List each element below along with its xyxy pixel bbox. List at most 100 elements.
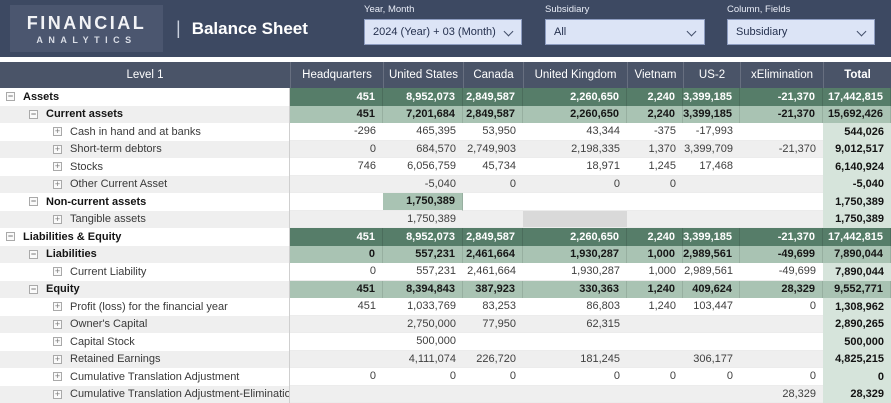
column-header-canada: Canada (463, 62, 523, 88)
cell-xelimination (740, 211, 823, 229)
cell-total: 1,750,389 (823, 211, 891, 229)
expand-plus-box-icon[interactable]: + (53, 267, 62, 276)
cell-headquarters: 0 (290, 246, 383, 264)
cell-canada (463, 193, 523, 211)
expand-plus-box-icon[interactable]: + (53, 337, 62, 346)
cell-headquarters: 0 (290, 368, 383, 386)
filter-subsidiary-select[interactable]: All (545, 19, 705, 45)
filter-year-month-value: 2024 (Year) + 03 (Month) (373, 26, 496, 38)
cell-united-states: 557,231 (383, 246, 463, 264)
filter-year-month: Year, Month 2024 (Year) + 03 (Month) (364, 4, 522, 45)
cell-total: 1,308,962 (823, 298, 891, 316)
expand-plus-box-icon[interactable]: + (53, 372, 62, 381)
cell-united-kingdom: 2,260,650 (523, 228, 627, 246)
cell-vietnam (627, 351, 683, 369)
table-row: +Profit (loss) for the financial year451… (0, 298, 891, 316)
cell-us-2: 3,399,185 (683, 228, 740, 246)
filter-column-fields-label: Column, Fields (727, 4, 875, 15)
filter-column-fields-select[interactable]: Subsidiary (727, 19, 875, 45)
cell-xelimination: 0 (740, 298, 823, 316)
cell-united-states: 500,000 (383, 333, 463, 351)
filter-year-month-select[interactable]: 2024 (Year) + 03 (Month) (364, 19, 522, 45)
cell-united-states: 2,750,000 (383, 316, 463, 334)
expand-plus-box-icon[interactable]: + (53, 162, 62, 171)
cell-xelimination: 28,329 (740, 281, 823, 299)
cell-us-2 (683, 333, 740, 351)
table-row: −Current assets4517,201,6842,849,5872,26… (0, 106, 891, 124)
logo-text-primary: FINANCIAL (27, 13, 147, 33)
cell-total: 7,890,044 (823, 263, 891, 281)
cell-united-kingdom: 18,971 (523, 158, 627, 176)
table-row: +Cumulative Translation Adjustment000000… (0, 368, 891, 386)
table-row: +Retained Earnings4,111,074226,720181,24… (0, 351, 891, 369)
expand-plus-box-icon[interactable]: + (53, 320, 62, 329)
expand-plus-box-icon[interactable]: + (53, 355, 62, 364)
cell-headquarters: 746 (290, 158, 383, 176)
row-label: Current assets (46, 108, 123, 120)
row-label-cell: −Non-current assets (0, 193, 290, 211)
title-block: | Balance Sheet (176, 0, 308, 57)
expand-plus-box-icon[interactable]: + (53, 145, 62, 154)
cell-canada: 77,950 (463, 316, 523, 334)
cell-vietnam: 2,240 (627, 88, 683, 106)
cell-xelimination (740, 333, 823, 351)
filter-subsidiary-value: All (554, 26, 566, 38)
expand-plus-box-icon[interactable]: + (53, 302, 62, 311)
cell-united-states: 557,231 (383, 263, 463, 281)
cell-total: 1,750,389 (823, 193, 891, 211)
logo: FINANCIAL ANALYTICS (10, 5, 163, 52)
table-row: −Non-current assets1,750,3891,750,389 (0, 193, 891, 211)
cell-vietnam: 1,240 (627, 281, 683, 299)
collapse-minus-box-icon[interactable]: − (29, 250, 38, 259)
row-label-cell: +Cumulative Translation Adjustment-Elimi… (0, 386, 290, 403)
cell-us-2 (683, 193, 740, 211)
collapse-minus-box-icon[interactable]: − (6, 232, 15, 241)
expand-plus-box-icon[interactable]: + (53, 390, 62, 399)
table-row: +Tangible assets1,750,3891,750,389 (0, 211, 891, 229)
table-row: −Liabilities & Equity4518,952,0732,849,5… (0, 228, 891, 246)
cell-united-kingdom (523, 386, 627, 403)
cell-xelimination: -21,370 (740, 106, 823, 124)
collapse-minus-box-icon[interactable]: − (29, 285, 38, 294)
column-header-level1: Level 1 (0, 62, 290, 88)
collapse-minus-box-icon[interactable]: − (29, 197, 38, 206)
cell-xelimination: -21,370 (740, 141, 823, 159)
filter-column-fields-value: Subsidiary (736, 26, 787, 38)
cell-vietnam: 0 (627, 368, 683, 386)
row-label: Cash in hand and at banks (70, 126, 201, 138)
cell-us-2: 2,989,561 (683, 263, 740, 281)
cell-us-2: 3,399,709 (683, 141, 740, 159)
row-label: Retained Earnings (70, 353, 161, 365)
filter-column-fields: Column, Fields Subsidiary (727, 4, 875, 45)
cell-xelimination (740, 176, 823, 194)
cell-united-kingdom: 2,260,650 (523, 106, 627, 124)
cell-canada (463, 333, 523, 351)
collapse-minus-box-icon[interactable]: − (29, 110, 38, 119)
top-navbar: FINANCIAL ANALYTICS | Balance Sheet Year… (0, 0, 891, 57)
table-row: −Assets4518,952,0732,849,5872,260,6502,2… (0, 88, 891, 106)
row-label: Other Current Asset (70, 178, 167, 190)
cell-headquarters (290, 211, 383, 229)
filter-subsidiary-label: Subsidiary (545, 4, 705, 15)
collapse-minus-box-icon[interactable]: − (6, 92, 15, 101)
cell-vietnam: 2,240 (627, 106, 683, 124)
row-label-cell: +Stocks (0, 158, 290, 176)
cell-xelimination (740, 193, 823, 211)
expand-plus-box-icon[interactable]: + (53, 180, 62, 189)
cell-vietnam: 0 (627, 176, 683, 194)
cell-xelimination: -21,370 (740, 88, 823, 106)
row-label: Tangible assets (70, 213, 146, 225)
row-label-cell: +Profit (loss) for the financial year (0, 298, 290, 316)
cell-canada (463, 386, 523, 403)
cell-canada: 2,849,587 (463, 228, 523, 246)
cell-total: 500,000 (823, 333, 891, 351)
cell-vietnam: 1,240 (627, 298, 683, 316)
cell-united-kingdom: 62,315 (523, 316, 627, 334)
cell-us-2: 306,177 (683, 351, 740, 369)
cell-united-kingdom: 1,930,287 (523, 263, 627, 281)
cell-total: 6,140,924 (823, 158, 891, 176)
cell-vietnam: -375 (627, 123, 683, 141)
expand-plus-box-icon[interactable]: + (53, 215, 62, 224)
cell-canada: 53,950 (463, 123, 523, 141)
expand-plus-box-icon[interactable]: + (53, 127, 62, 136)
